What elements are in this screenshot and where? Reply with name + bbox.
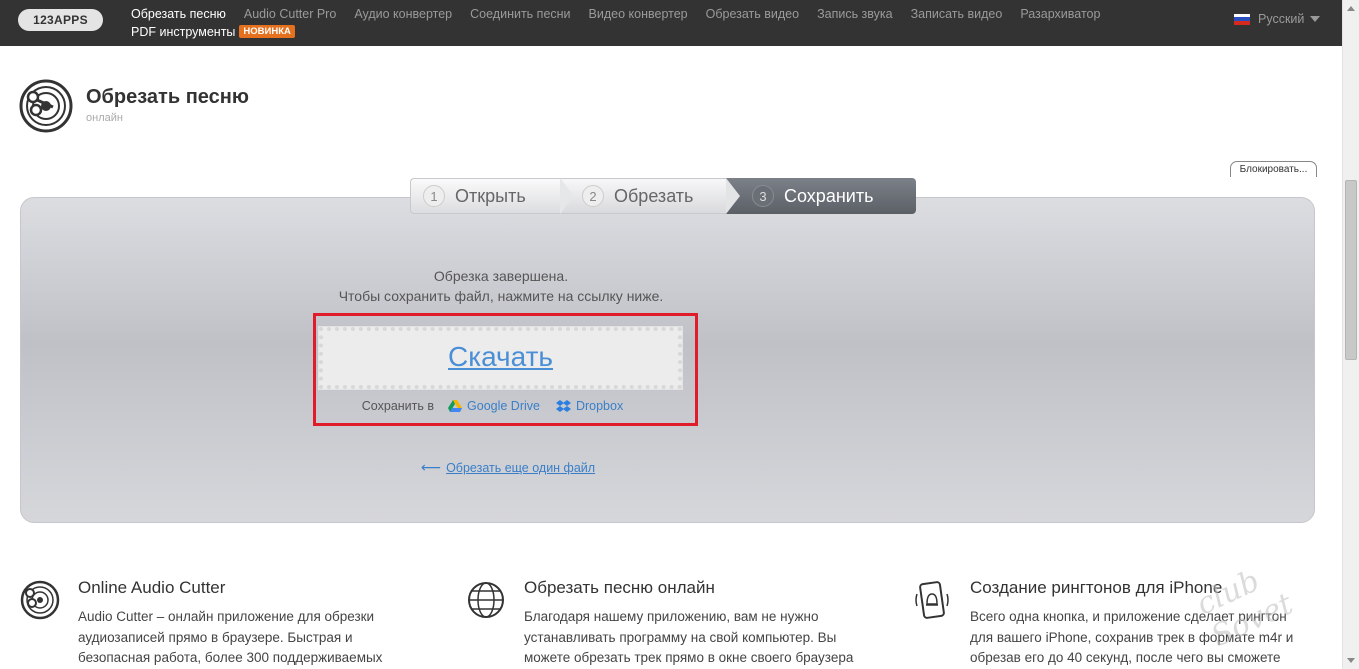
russian-flag-icon [1234,13,1250,25]
nav-row-2: PDF инструменты НОВИНКА [131,23,1118,40]
save-to-cloud: Сохранить в Google Drive Dropbox [319,399,682,413]
dropbox-link[interactable]: Dropbox [555,399,624,413]
step-tabs: 1 Открыть 2 Обрезать 3 Сохранить [410,178,916,214]
app-nav: Обрезать песню Audio Cutter Pro Аудио ко… [131,5,1118,40]
chevron-down-icon [1310,16,1321,22]
scroll-up-arrow-icon[interactable] [1347,6,1355,11]
vertical-scrollbar[interactable] [1342,0,1359,669]
page-title: Обрезать песню [86,86,249,108]
logo-123apps[interactable]: 123APPS [18,9,103,31]
phone-bell-icon [915,581,949,619]
google-drive-label: Google Drive [467,399,540,413]
block-button[interactable]: Блокировать... [1230,161,1317,177]
nav-video-converter[interactable]: Видео конвертер [589,7,688,21]
step-number: 2 [582,185,604,207]
dropbox-icon [555,399,571,412]
nav-audio-cutter-pro[interactable]: Audio Cutter Pro [244,7,336,21]
nav-cut-video[interactable]: Обрезать видео [706,7,799,21]
step-label: Обрезать [614,185,694,206]
page-subtitle: онлайн [86,112,123,124]
feature-title: Создание рингтонов для iPhone [970,578,1223,597]
nav-archive-extractor[interactable]: Разархиватор [1020,7,1100,21]
nav-cut-song[interactable]: Обрезать песню [131,7,226,21]
scrollbar-thumb[interactable] [1345,180,1357,360]
language-label: Русский [1258,12,1305,26]
vinyl-scissors-icon [19,79,73,133]
completion-line-1: Обрезка завершена. [433,268,569,284]
nav-row-1: Обрезать песню Audio Cutter Pro Аудио ко… [131,5,1118,22]
globe-icon [468,582,504,618]
chevron-right-icon [726,178,740,214]
vinyl-scissors-icon [20,580,60,620]
step-number: 3 [752,185,774,207]
step-save[interactable]: 3 Сохранить [726,178,916,214]
top-navigation-bar: 123APPS Обрезать песню Audio Cutter Pro … [0,0,1342,46]
dropbox-label: Dropbox [575,399,624,413]
cut-another-link[interactable]: Обрезать еще один файл [446,461,595,475]
step-open[interactable]: 1 Открыть [410,178,574,214]
scroll-down-arrow-icon[interactable] [1347,658,1355,663]
nav-pdf-tools[interactable]: PDF инструменты [131,25,235,39]
feature-text: Благодаря нашему приложению, вам не нужн… [524,609,854,665]
arrow-left-icon: ⟵ [421,459,442,475]
step-number: 1 [423,185,445,207]
google-drive-link[interactable]: Google Drive [448,399,540,413]
step-cut[interactable]: 2 Обрезать [560,178,740,214]
language-selector[interactable]: Русский [1234,12,1321,26]
completion-message: Обрезка завершена. Чтобы сохранить файл,… [320,266,682,306]
feature-text: Audio Cutter – онлайн приложение для обр… [78,609,383,665]
chevron-right-icon [560,178,574,214]
save-to-label: Сохранить в [361,399,435,413]
feature-title: Online Audio Cutter [78,578,226,597]
nav-video-recorder[interactable]: Записать видео [911,7,1003,21]
feature-title: Обрезать песню онлайн [524,578,715,597]
nav-sound-recorder[interactable]: Запись звука [817,7,893,21]
step-label: Сохранить [784,185,874,206]
nav-join-songs[interactable]: Соединить песни [470,7,570,21]
step-label: Открыть [455,185,526,206]
google-drive-icon [448,400,463,412]
nav-audio-converter[interactable]: Аудио конвертер [354,7,452,21]
download-stamp: Скачать [319,327,682,389]
new-badge: НОВИНКА [239,25,295,38]
completion-line-2: Чтобы сохранить файл, нажмите на ссылку … [338,288,664,304]
cut-another-file[interactable]: ⟵ Обрезать еще один файл [421,459,595,476]
download-link[interactable]: Скачать [448,341,553,372]
